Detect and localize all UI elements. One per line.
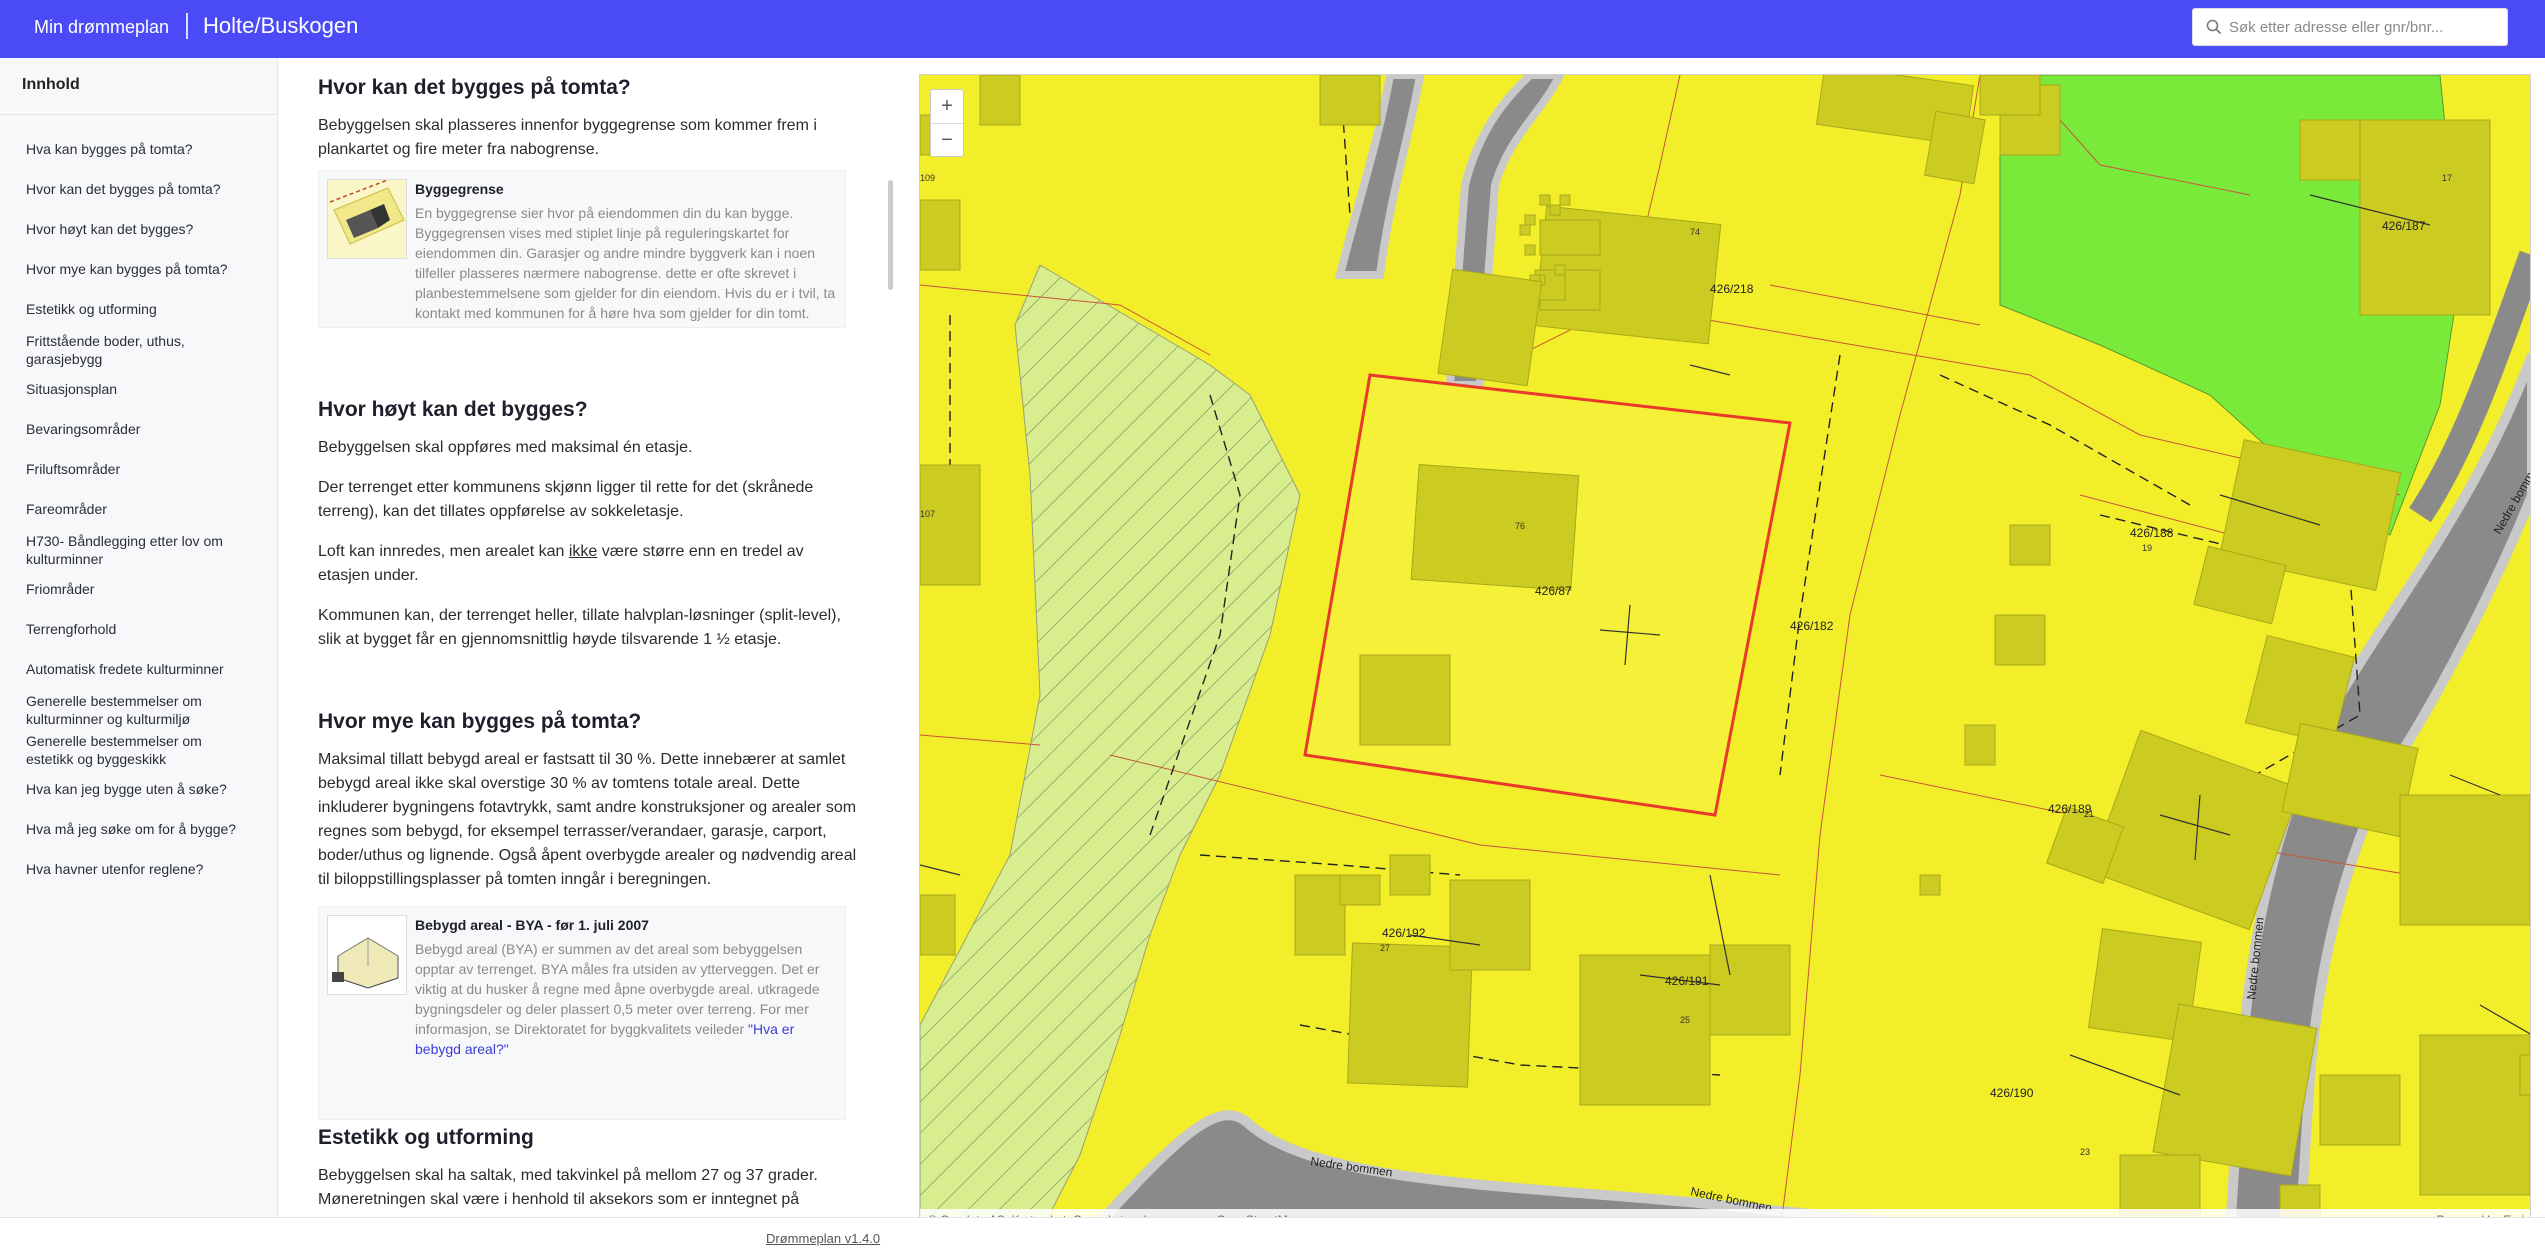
info-card-byggegrense: Byggegrense En byggegrense sier hvor på … [318,170,846,328]
plot-label: 426/192 [1382,926,1426,940]
toc-item[interactable]: Generelle bestemmelser om kulturminner o… [26,692,226,728]
toc-item[interactable]: Terrengforhold [26,620,116,638]
plot-label: 426/190 [1990,1086,2034,1100]
toc-item[interactable]: Hva må jeg søke om for å bygge? [26,820,236,838]
house-number: 21 [2084,809,2094,819]
section-text: Bebyggelsen skal plasseres innenfor bygg… [318,117,817,158]
toc-item[interactable]: H730- Båndlegging etter lov om kulturmin… [26,532,246,568]
footer: Drømmeplan v1.4.0 [0,1217,2545,1260]
house-number: 25 [1680,1015,1690,1025]
house-number: 27 [1380,943,1390,953]
section-title-aesthetics: Estetikk og utforming [318,1126,534,1149]
bya-illustration [327,915,407,995]
house-number: 109 [920,173,935,183]
toc-item[interactable]: Hvor kan det bygges på tomta? [26,180,221,198]
sidebar-title: Innhold [22,76,80,93]
map-canvas[interactable]: 426/87 426/182 426/218 426/187 426/188 4… [920,75,2531,1232]
page-title: Holte/Buskogen [203,13,359,38]
zoom-control: + − [930,89,964,157]
toc-item[interactable]: Generelle bestemmelser om estetikk og by… [26,732,226,768]
version-link[interactable]: Drømmeplan v1.4.0 [766,1231,880,1246]
section-title-amount: Hvor mye kan bygges på tomta? [318,710,642,733]
toc-item[interactable]: Situasjonsplan [26,380,117,398]
sidebar-divider [0,114,278,115]
top-bar: Min drømmeplan Holte/Buskogen [0,0,2545,58]
section-text: Bebyggelsen skal oppføres med maksimal é… [318,439,693,456]
emphasis-text: ikke [568,543,598,560]
toc-item[interactable]: Hvor mye kan bygges på tomta? [26,260,228,278]
section-text: Der terrenget etter kommunens skjønn lig… [318,479,814,520]
zoom-in-button[interactable]: + [931,90,963,123]
house-number: 23 [2080,1147,2090,1157]
plot-label: 426/187 [2382,219,2426,233]
content-panel: Hvor kan det bygges på tomta? Bebyggelse… [278,58,895,1217]
house-number: 17 [2442,173,2452,183]
toc-item[interactable]: Fareområder [26,500,107,518]
sidebar: Innhold Hva kan bygges på tomta? Hvor ka… [0,58,278,1217]
plot-label: 426/87 [1535,584,1572,598]
section-text: Bebyggelsen skal ha saltak, med takvinke… [318,1167,818,1208]
card-title: Bebygd areal - BYA - før 1. juli 2007 [415,917,649,933]
header-divider [186,13,188,39]
card-text: En byggegrense sier hvor på eiendommen d… [415,205,836,321]
toc-item[interactable]: Estetikk og utforming [26,300,157,318]
section-text: Loft kan innredes, men arealet kan ikke … [318,540,858,588]
card-text: Bebygd areal (BYA) er summen av det area… [415,939,839,1059]
content-scrollbar[interactable] [888,180,893,290]
house-number: 19 [2142,543,2152,553]
byggegrense-illustration [327,175,407,259]
search-icon [2206,19,2222,35]
app-brand-link[interactable]: Min drømmeplan [34,17,169,38]
plot-label: 426/191 [1665,974,1709,988]
toc-item[interactable]: Hva kan jeg bygge uten å søke? [26,780,227,798]
search-input[interactable] [2229,13,2499,41]
plot-label: 426/182 [1790,619,1834,633]
section-text: Kommunen kan, der terrenget heller, till… [318,607,841,648]
toc-item[interactable]: Friområder [26,580,94,598]
text-part: Loft kan innredes, men arealet kan [318,543,569,560]
plot-label: 426/188 [2130,526,2174,540]
toc-item[interactable]: Automatisk fredete kulturminner [26,660,224,678]
info-card-bya: Bebygd areal - BYA - før 1. juli 2007 Be… [318,906,846,1120]
section-title-where: Hvor kan det bygges på tomta? [318,76,631,99]
toc-item[interactable]: Hva kan bygges på tomta? [26,140,193,158]
toc-item[interactable]: Friluftsområder [26,460,120,478]
zoom-out-button[interactable]: − [931,123,963,156]
house-number: 74 [1690,227,1700,237]
section-text: Maksimal tillatt bebygd areal er fastsat… [318,751,857,888]
toc-item[interactable]: Hvor høyt kan det bygges? [26,220,193,238]
house-number: 76 [1515,521,1525,531]
toc-item[interactable]: Hva havner utenfor reglene? [26,860,203,878]
card-title: Byggegrense [415,181,504,197]
section-title-height: Hvor høyt kan det bygges? [318,398,588,421]
map-view[interactable]: 426/87 426/182 426/218 426/187 426/188 4… [919,74,2531,1232]
plot-label: 426/218 [1710,282,1754,296]
toc-item[interactable]: Frittstående boder, uthus, garasjebygg [26,332,206,368]
house-number: 107 [920,509,935,519]
search-box[interactable] [2192,8,2508,46]
toc-item[interactable]: Bevaringsområder [26,420,140,438]
